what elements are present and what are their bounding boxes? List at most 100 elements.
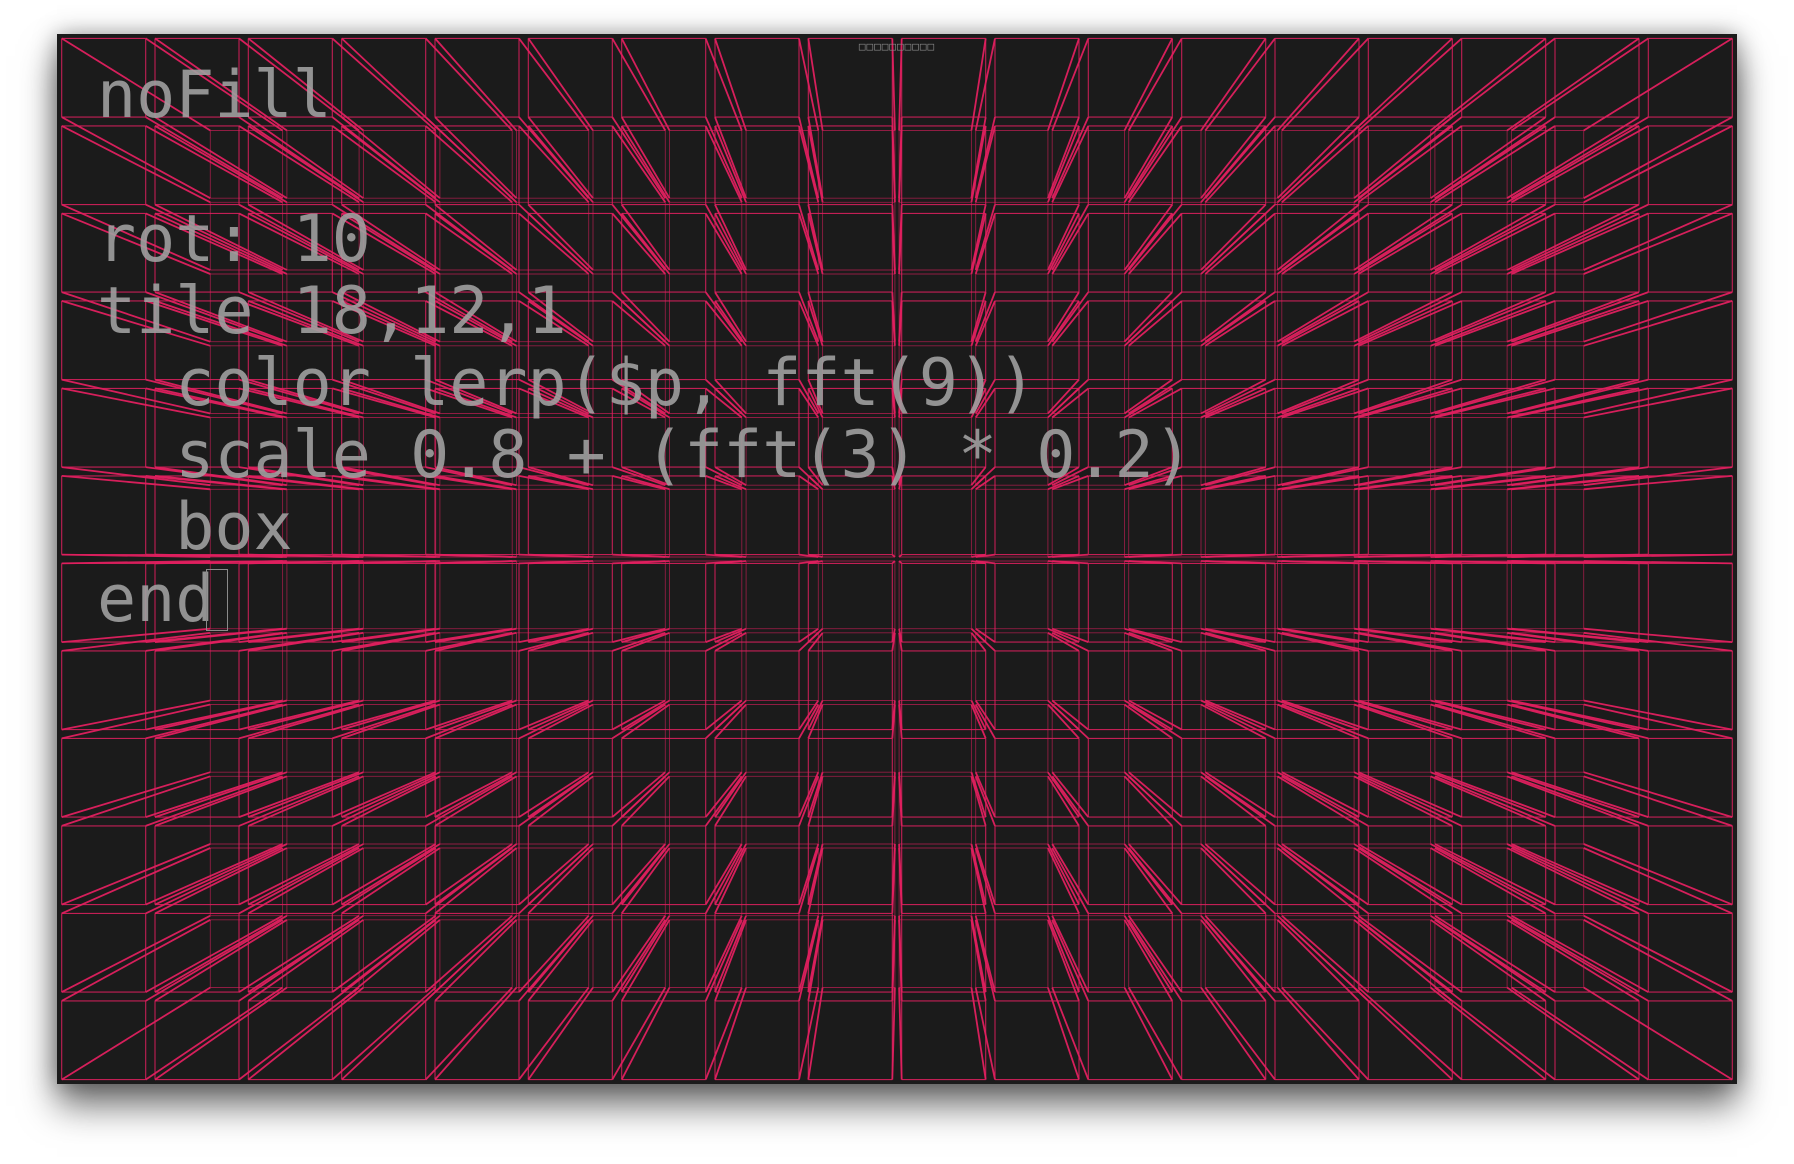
wireframe-edge — [1281, 300, 1369, 347]
wireframe-edge — [611, 843, 666, 906]
wireframe-edge — [1511, 847, 1649, 915]
wireframe-edge — [1200, 300, 1267, 347]
wireframe-edge — [1281, 847, 1369, 915]
wireframe-edge — [1200, 291, 1267, 343]
wireframe-edge — [145, 775, 283, 827]
wireframe-edge — [1510, 125, 1649, 204]
code-line[interactable]: color lerp($p, fft(9)) — [97, 348, 1193, 420]
wireframe-edge — [434, 843, 518, 906]
wireframe-edge — [527, 919, 594, 1002]
code-line[interactable]: scale 0.8 + (fft(3) * 0.2) — [97, 420, 1192, 492]
wireframe-edge — [518, 771, 590, 818]
wireframe-edge — [527, 915, 594, 993]
wireframe-edge — [1123, 775, 1173, 827]
wireframe-edge — [1051, 775, 1090, 827]
livecoder-window: □□□□□□□□□□ noFill rot: 10 tile 18,12,1 c… — [57, 34, 1737, 1084]
wireframe-edge — [527, 847, 594, 915]
wireframe-edge — [704, 847, 743, 914]
text-cursor — [206, 569, 229, 631]
wireframe-edge — [1051, 919, 1090, 1002]
window-title-glyphs: □□□□□□□□□□ — [858, 40, 936, 53]
wireframe-edge — [238, 771, 360, 818]
wireframe-edge — [1511, 300, 1649, 347]
wireframe-edge — [1276, 116, 1360, 199]
wireframe-edge — [1204, 919, 1276, 1002]
code-line[interactable]: tile 18,12,1 — [97, 276, 1193, 348]
code-line[interactable]: rot: 10 — [97, 204, 1193, 276]
wireframe-edge — [1511, 203, 1649, 271]
wireframe-edge — [1281, 703, 1369, 740]
wireframe-edge — [1510, 919, 1649, 1002]
wireframe-edge — [1511, 843, 1649, 906]
code-line[interactable] — [97, 132, 1193, 204]
wireframe-edge — [1200, 116, 1267, 199]
wireframe-edge — [1204, 703, 1276, 740]
wireframe-edge — [1123, 919, 1174, 1002]
wireframe-edge — [1200, 771, 1267, 818]
wireframe-edge — [425, 775, 513, 827]
wireframe-edge — [425, 771, 513, 818]
code-line[interactable]: box — [97, 492, 1193, 564]
wireframe-edge — [1128, 775, 1183, 827]
wireframe-edge — [1204, 291, 1276, 343]
wireframe-edge — [1511, 291, 1649, 343]
wireframe-edge — [620, 843, 671, 906]
code-line-last[interactable]: end — [97, 564, 1193, 636]
wireframe-edge — [425, 915, 513, 993]
wireframe-edge — [1276, 919, 1360, 1002]
wireframe-edge — [61, 847, 211, 915]
wireframe-edge — [61, 919, 211, 1002]
wireframe-edge — [1277, 771, 1360, 818]
wireframe-edge — [1434, 843, 1556, 906]
wireframe-edge — [1051, 847, 1090, 914]
wireframe-edge — [1511, 212, 1649, 275]
wireframe-edge — [434, 919, 518, 1002]
wireframe-edge — [620, 847, 671, 914]
wireframe-edge — [518, 703, 590, 740]
wireframe-edge — [1277, 300, 1360, 347]
code-line-text[interactable]: end — [97, 562, 214, 637]
wireframe-edge — [1204, 843, 1276, 906]
code-line[interactable]: noFill — [97, 60, 1193, 132]
wireframe-edge — [238, 843, 360, 906]
wireframe-edge — [1276, 847, 1360, 915]
wireframe-edge — [1434, 212, 1556, 275]
wireframe-edge — [1204, 378, 1276, 415]
wireframe-edge — [434, 915, 518, 993]
wireframe-edge — [518, 915, 590, 993]
wireframe-edge — [1434, 919, 1556, 1002]
wireframe-edge — [1583, 387, 1733, 419]
wireframe-edge — [1128, 771, 1183, 818]
wireframe-edge — [1281, 915, 1369, 993]
wireframe-edge — [145, 919, 284, 1002]
wireframe-edge — [1127, 919, 1183, 1002]
wireframe-edge — [611, 703, 666, 740]
wireframe-edge — [61, 775, 211, 827]
wireframe-edge — [1204, 771, 1276, 818]
wireframe-edge — [1434, 703, 1556, 740]
wireframe-edge — [434, 847, 518, 915]
wireframe-edge — [1583, 847, 1733, 915]
wireframe-edge — [1123, 847, 1174, 914]
wireframe-edge — [238, 914, 360, 993]
wireframe-edge — [611, 919, 667, 1002]
wireframe-edge — [1204, 125, 1276, 203]
wireframe-edge — [1204, 775, 1276, 827]
wireframe-edge — [620, 915, 671, 993]
wireframe-edge — [704, 775, 743, 827]
wireframe-edge — [1204, 116, 1276, 199]
code-editor[interactable]: noFill rot: 10 tile 18,12,1 color lerp($… — [97, 60, 1193, 636]
wireframe-edge — [518, 775, 590, 827]
wireframe-edge — [1357, 919, 1463, 1002]
wireframe-edge — [1051, 915, 1090, 993]
wireframe-edge — [1128, 843, 1183, 906]
wireframe-edge — [145, 914, 284, 993]
wireframe-edge — [1510, 116, 1649, 199]
wireframe-edge — [425, 703, 513, 740]
wireframe-edge — [238, 703, 360, 740]
wireframe-edge — [1434, 125, 1556, 204]
wireframe-edge — [1583, 843, 1733, 906]
wireframe-edge — [1434, 291, 1556, 343]
wireframe-edge — [704, 915, 743, 993]
wireframe-edge — [621, 775, 671, 827]
